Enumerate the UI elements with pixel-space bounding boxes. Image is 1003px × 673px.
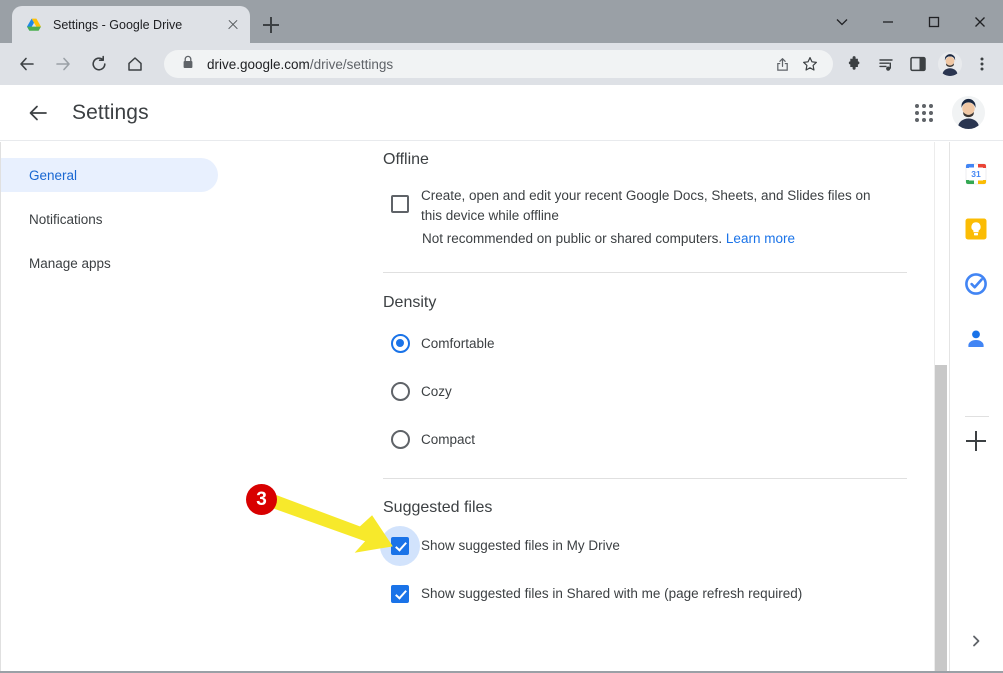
back-arrow-icon[interactable] — [12, 49, 42, 79]
avatar — [938, 52, 962, 76]
url-domain: drive.google.com — [207, 56, 310, 72]
puzzle-piece-icon[interactable] — [839, 49, 869, 79]
toolbar-actions — [837, 49, 1003, 79]
comfortable-radio-hitarea[interactable] — [380, 323, 420, 363]
apps-grid-dots — [915, 103, 933, 122]
header-actions — [904, 93, 1003, 133]
suggested-my-drive-row[interactable]: Show suggested files in My Drive — [380, 526, 907, 566]
tab-title: Settings - Google Drive — [53, 17, 183, 32]
omnibox-actions — [767, 51, 823, 77]
forward-arrow-icon[interactable] — [48, 49, 78, 79]
sidebar-item-manage-apps[interactable]: Manage apps — [1, 246, 231, 280]
density-option-compact[interactable]: Compact — [383, 419, 907, 459]
sidebar-item-label: General — [29, 167, 78, 183]
learn-more-link[interactable]: Learn more — [726, 231, 795, 246]
suggested-files-heading: Suggested files — [383, 499, 493, 516]
home-icon[interactable] — [120, 49, 150, 79]
google-drive-logo-icon — [26, 17, 42, 33]
content-scrollbar-thumb[interactable] — [935, 365, 947, 673]
density-section: Density Comfortable Cozy Compact — [383, 273, 907, 459]
address-bar[interactable]: drive.google.com/drive/settings — [164, 50, 833, 78]
window-controls — [819, 0, 1003, 43]
cozy-radio-hitarea[interactable] — [380, 371, 420, 411]
sidebar-item-label: Notifications — [29, 211, 103, 227]
side-panel-divider — [965, 416, 989, 417]
chevron-down-icon[interactable] — [819, 0, 865, 43]
browser-toolbar: drive.google.com/drive/settings — [0, 43, 1003, 85]
sidebar-item-label: Manage apps — [29, 255, 111, 271]
offline-checkbox-hitarea[interactable] — [380, 184, 420, 224]
url-path: /drive/settings — [309, 56, 394, 72]
offline-note: Not recommended on public or shared comp… — [422, 229, 907, 249]
google-contacts-icon[interactable] — [964, 327, 988, 351]
google-account-avatar[interactable] — [952, 96, 985, 129]
app-header: Settings — [0, 85, 1003, 141]
page-title: Settings — [72, 100, 149, 124]
density-option-cozy[interactable]: Cozy — [383, 371, 907, 411]
sidebar-item-general[interactable]: General — [1, 158, 218, 192]
browser-tab[interactable]: Settings - Google Drive — [12, 6, 250, 43]
suggested-my-drive-checkbox[interactable] — [391, 537, 409, 555]
compact-radio[interactable] — [390, 429, 410, 449]
suggested-shared-label: Show suggested files in Shared with me (… — [421, 586, 803, 601]
suggested-shared-checkbox-hitarea[interactable] — [380, 574, 420, 614]
url-text: drive.google.com/drive/settings — [207, 57, 393, 72]
lock-icon — [182, 55, 194, 74]
suggested-shared-row[interactable]: Show suggested files in Shared with me (… — [383, 574, 907, 614]
compact-radio-hitarea[interactable] — [380, 419, 420, 459]
sidebar-item-notifications[interactable]: Notifications — [1, 202, 231, 236]
comfortable-label: Comfortable — [421, 335, 495, 351]
density-heading: Density — [383, 294, 437, 311]
offline-checkbox[interactable] — [391, 195, 409, 213]
settings-sidebar: General Notifications Manage apps — [1, 158, 231, 290]
suggested-my-drive-label: Show suggested files in My Drive — [421, 538, 620, 553]
suggested-files-section: Suggested files Show suggested files in … — [380, 479, 907, 614]
offline-checkbox-label: Create, open and edit your recent Google… — [421, 188, 871, 223]
offline-section: Offline Create, open and edit your recen… — [383, 142, 907, 249]
share-icon[interactable] — [769, 51, 795, 77]
offline-checkbox-row[interactable]: Create, open and edit your recent Google… — [383, 184, 907, 226]
google-tasks-icon[interactable] — [964, 272, 988, 296]
reload-icon[interactable] — [84, 49, 114, 79]
close-window-icon[interactable] — [957, 0, 1003, 43]
side-panel-icon[interactable] — [903, 49, 933, 79]
star-icon[interactable] — [797, 51, 823, 77]
tab-strip: Settings - Google Drive — [0, 0, 1003, 43]
profile-avatar-icon[interactable] — [935, 49, 965, 79]
google-side-panel: 31 — [949, 142, 1003, 673]
header-back-button[interactable] — [18, 93, 58, 133]
settings-content: Offline Create, open and edit your recen… — [380, 142, 907, 614]
google-calendar-icon[interactable]: 31 — [964, 162, 988, 186]
cozy-radio[interactable] — [390, 381, 410, 401]
minimize-icon[interactable] — [865, 0, 911, 43]
media-control-icon[interactable] — [871, 49, 901, 79]
suggested-shared-checkbox[interactable] — [391, 585, 409, 603]
expand-panel-chevron-right-icon[interactable] — [970, 634, 982, 647]
compact-label: Compact — [421, 431, 476, 447]
three-dot-menu-icon[interactable] — [967, 49, 997, 79]
google-keep-icon[interactable] — [964, 217, 988, 241]
google-apps-grid-icon[interactable] — [904, 93, 944, 133]
close-tab-icon[interactable] — [224, 16, 242, 34]
add-app-button[interactable] — [964, 429, 988, 453]
offline-note-text: Not recommended on public or shared comp… — [422, 231, 723, 246]
svg-text:31: 31 — [971, 169, 981, 179]
suggested-my-drive-checkbox-hitarea[interactable] — [380, 526, 420, 566]
comfortable-radio[interactable] — [390, 333, 410, 353]
offline-heading: Offline — [383, 151, 429, 168]
new-tab-button[interactable] — [258, 12, 284, 38]
cozy-label: Cozy — [421, 383, 452, 399]
density-option-comfortable[interactable]: Comfortable — [383, 323, 907, 363]
settings-body: General Notifications Manage apps Offlin… — [0, 142, 1003, 673]
browser-window: Settings - Google Drive drive.google.com… — [0, 0, 1003, 673]
maximize-icon[interactable] — [911, 0, 957, 43]
